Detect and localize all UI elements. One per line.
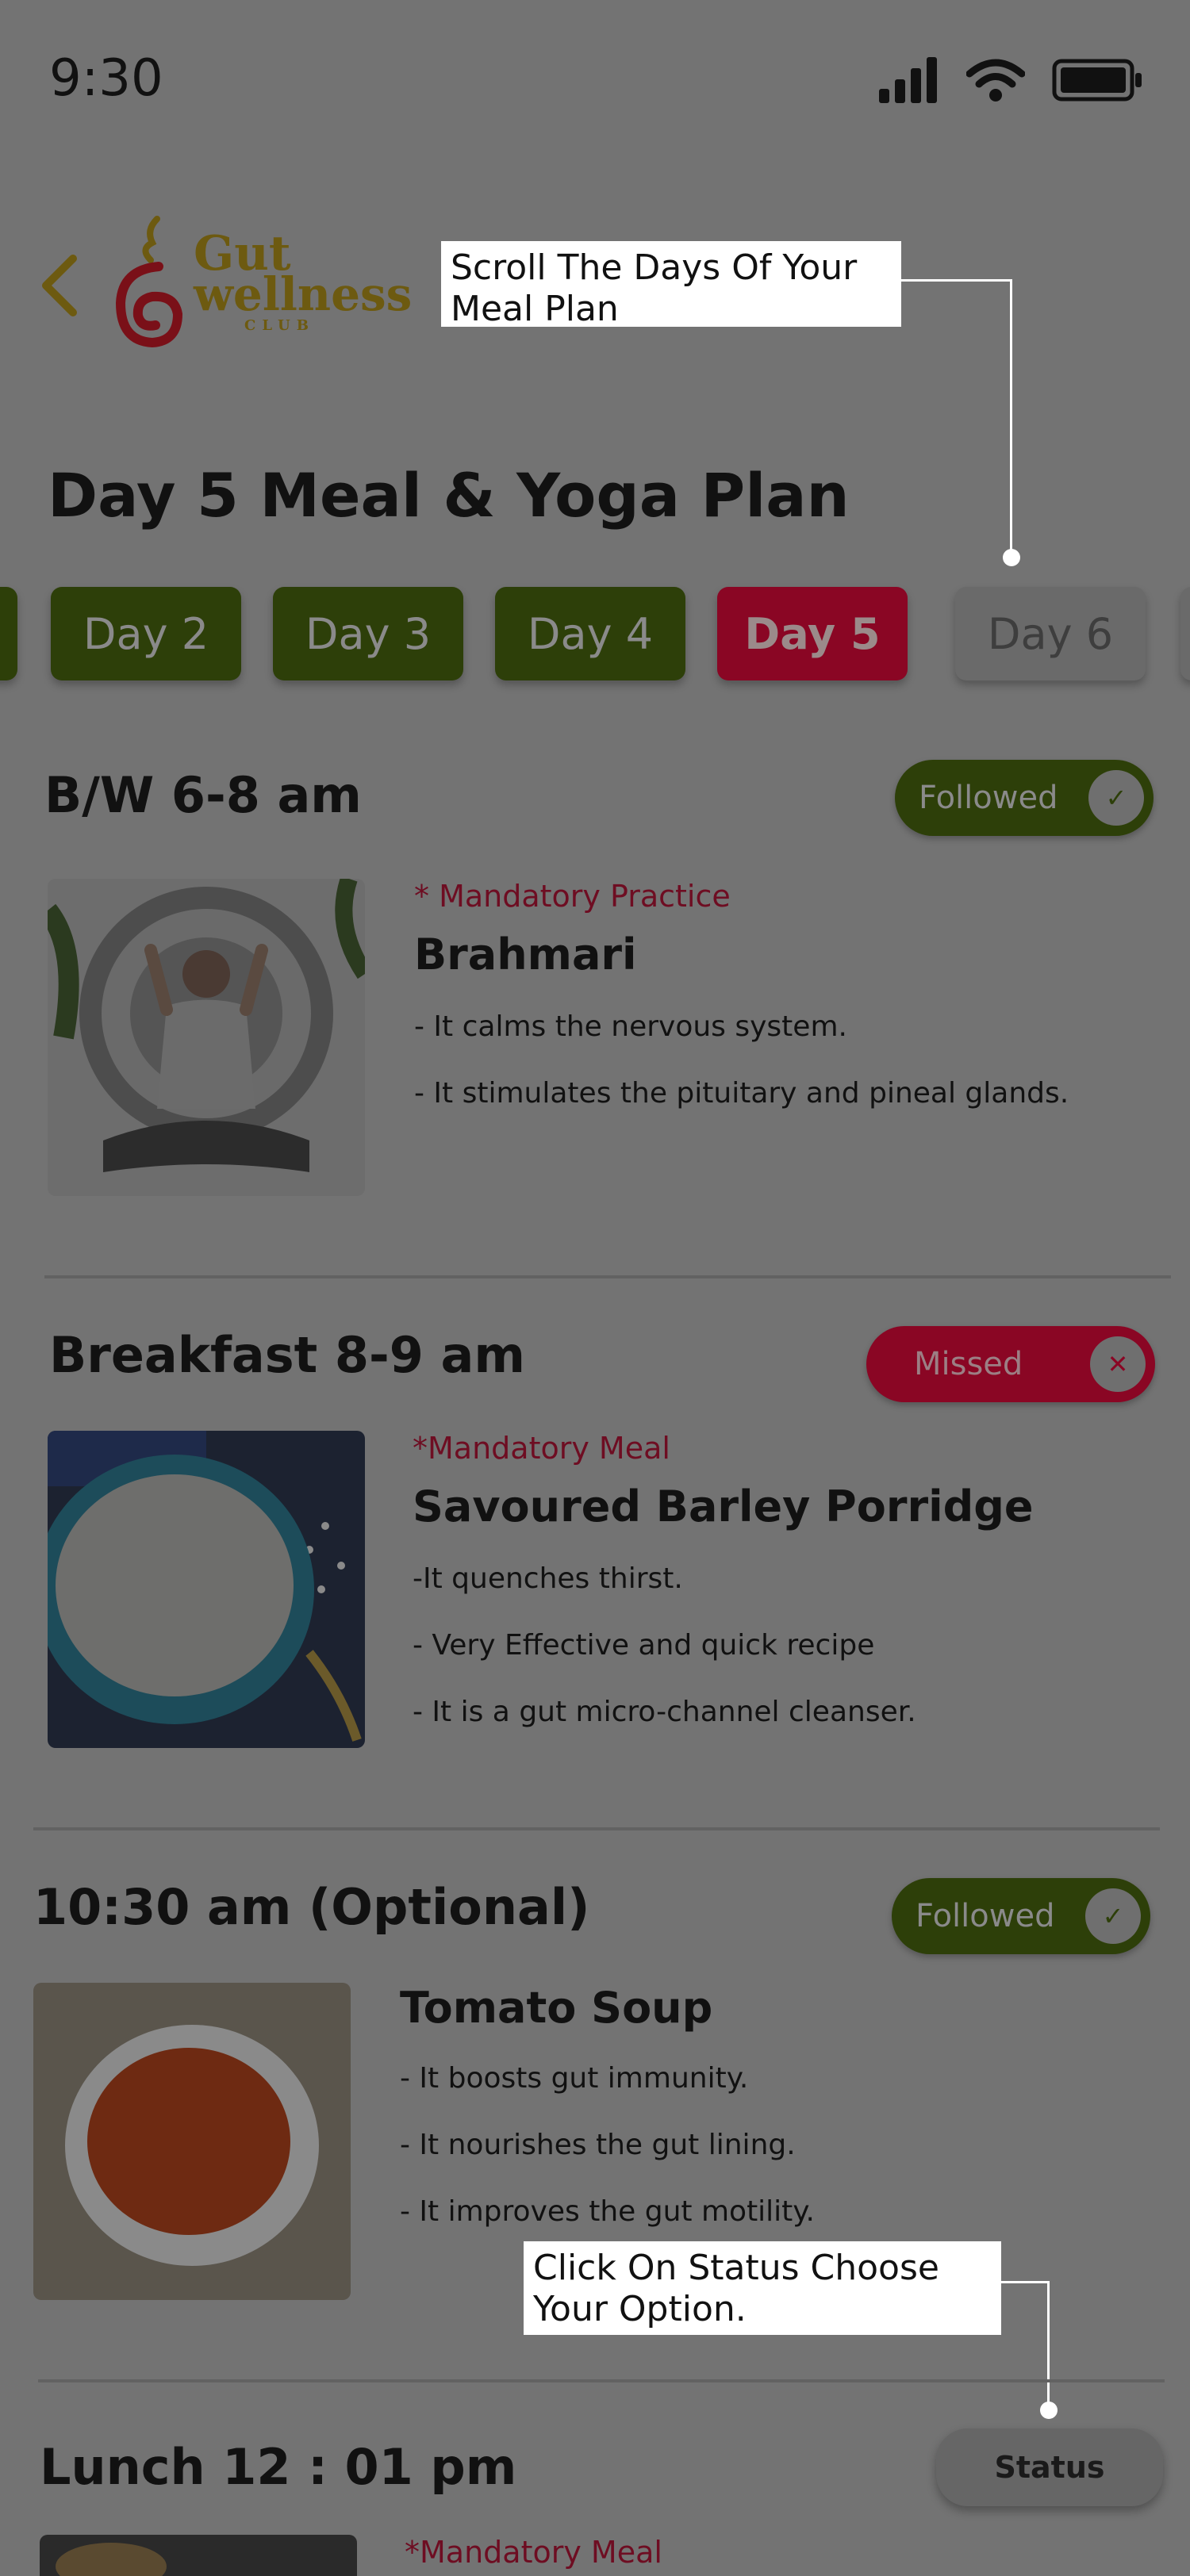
status-icons <box>879 57 1142 103</box>
logo-text-wellness: wellness <box>194 267 413 321</box>
slot-title: B/W 6-8 am <box>44 766 362 824</box>
status-button[interactable]: Status <box>936 2428 1163 2506</box>
item-bullet: - It improves the gut motility. <box>400 2195 815 2228</box>
item-bullet: - It boosts gut immunity. <box>400 2062 749 2095</box>
wifi-icon <box>966 59 1025 102</box>
status-label: Followed <box>916 1898 1055 1934</box>
battery-icon <box>1052 59 1142 102</box>
section-divider <box>38 2379 1165 2382</box>
item-bullet: - It calms the nervous system. <box>414 1010 847 1043</box>
status-label: Followed <box>919 780 1058 816</box>
followed-status-button[interactable]: Followed ✓ <box>895 760 1154 836</box>
status-label: Missed <box>914 1346 1023 1382</box>
lunch-photo <box>40 2535 357 2576</box>
logo-mark-icon <box>115 216 183 348</box>
missed-status-button[interactable]: Missed ✕ <box>866 1326 1155 1402</box>
section-divider <box>44 1275 1171 1278</box>
mandatory-label: *Mandatory Meal <box>405 2535 662 2570</box>
tooltip-dot <box>1040 2402 1058 2419</box>
status-time: 9:30 <box>49 49 163 108</box>
day-pill-next[interactable] <box>1180 587 1190 680</box>
tooltip-dot <box>1003 549 1020 566</box>
status-tooltip: Click On Status Choose Your Option. <box>524 2241 1001 2335</box>
item-bullet: - It nourishes the gut lining. <box>400 2129 796 2161</box>
tooltip-connector <box>1047 2281 1050 2408</box>
tooltip-connector <box>1010 279 1012 558</box>
mandatory-label: * Mandatory Practice <box>414 879 731 914</box>
day-pill-2[interactable]: Day 2 <box>51 587 241 680</box>
item-bullet: - Very Effective and quick recipe <box>413 1629 875 1662</box>
porridge-photo <box>48 1431 365 1748</box>
section-divider <box>33 1827 1160 1830</box>
day-pill-previous[interactable] <box>0 587 17 680</box>
yoga-photo <box>48 879 365 1196</box>
slot-title: Lunch 12 : 01 pm <box>40 2438 517 2496</box>
item-bullet: -It quenches thirst. <box>413 1562 683 1595</box>
check-icon: ✓ <box>1085 1888 1141 1944</box>
followed-status-button[interactable]: Followed ✓ <box>892 1878 1150 1954</box>
day-pill-3[interactable]: Day 3 <box>273 587 463 680</box>
slot-title: Breakfast 8-9 am <box>49 1326 525 1384</box>
item-title: Tomato Soup <box>400 1983 713 2033</box>
check-icon: ✓ <box>1088 770 1144 826</box>
tooltip-connector <box>901 279 1012 282</box>
day-pill-5[interactable]: Day 5 <box>717 587 908 680</box>
day-pill-6[interactable]: Day 6 <box>955 587 1146 680</box>
back-chevron-icon[interactable] <box>40 254 79 317</box>
item-bullet: - It is a gut micro-channel cleanser. <box>413 1696 916 1728</box>
signal-icon <box>879 57 937 103</box>
item-title: Savoured Barley Porridge <box>413 1482 1034 1531</box>
scroll-days-tooltip: Scroll The Days Of Your Meal Plan <box>441 241 901 329</box>
brand-logo: Gut wellness CLUB <box>111 214 412 349</box>
item-title: Brahmari <box>414 930 637 979</box>
item-bullet: - It stimulates the pituitary and pineal… <box>414 1077 1069 1110</box>
slot-title: 10:30 am (Optional) <box>33 1878 590 1936</box>
day-pill-4[interactable]: Day 4 <box>495 587 685 680</box>
mandatory-label: *Mandatory Meal <box>413 1431 670 1466</box>
page-title: Day 5 Meal & Yoga Plan <box>48 460 850 531</box>
close-icon: ✕ <box>1090 1336 1146 1392</box>
tooltip-connector <box>1001 2281 1049 2283</box>
tomato-soup-photo <box>33 1983 351 2300</box>
